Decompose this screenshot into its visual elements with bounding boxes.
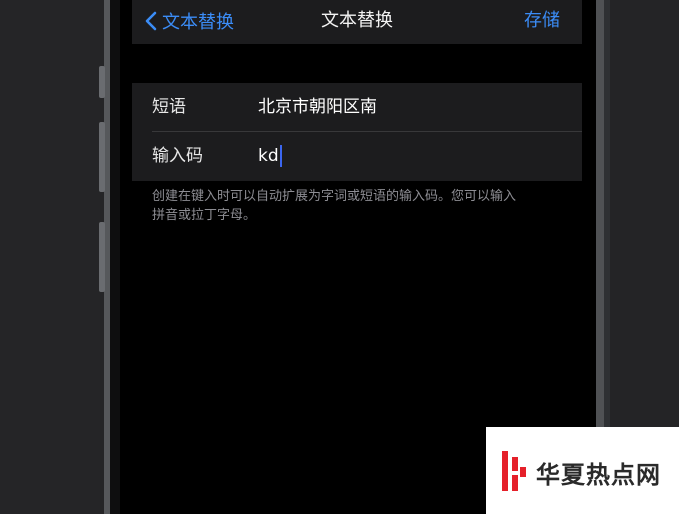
- mute-switch: [99, 66, 105, 98]
- save-button[interactable]: 存储: [524, 6, 560, 36]
- volume-up-button: [99, 122, 105, 192]
- shortcut-field-value: kd: [258, 146, 279, 166]
- shortcut-label: 输入码: [152, 146, 203, 166]
- hx-logo-icon: [502, 451, 526, 491]
- phone-bezel-left: [110, 0, 120, 514]
- help-text-line-2: 拼音或拉丁字母。: [152, 208, 257, 223]
- navigation-bar: 文本替换 文本替换 存储: [132, 0, 582, 44]
- text-caret: [279, 145, 282, 167]
- watermark-text: 华夏热点网: [536, 461, 661, 489]
- replacement-form: 短语 北京市朝阳区南 输入码 kd: [132, 83, 582, 181]
- help-text-line-1: 创建在键入时可以自动扩展为字词或短语的输入码。您可以输入: [152, 189, 517, 204]
- phrase-field[interactable]: 北京市朝阳区南: [258, 83, 377, 131]
- watermark-banner: 华夏热点网: [486, 427, 679, 514]
- device-backdrop-left: [0, 0, 104, 514]
- phrase-label: 短语: [152, 97, 186, 117]
- volume-down-button: [99, 222, 105, 292]
- shortcut-field[interactable]: kd: [258, 132, 282, 180]
- shortcut-row[interactable]: 输入码 kd: [132, 132, 582, 180]
- phrase-row[interactable]: 短语 北京市朝阳区南: [132, 83, 582, 131]
- page-title: 文本替换: [321, 10, 393, 31]
- help-text: 创建在键入时可以自动扩展为字词或短语的输入码。您可以输入 拼音或拉丁字母。: [152, 187, 572, 225]
